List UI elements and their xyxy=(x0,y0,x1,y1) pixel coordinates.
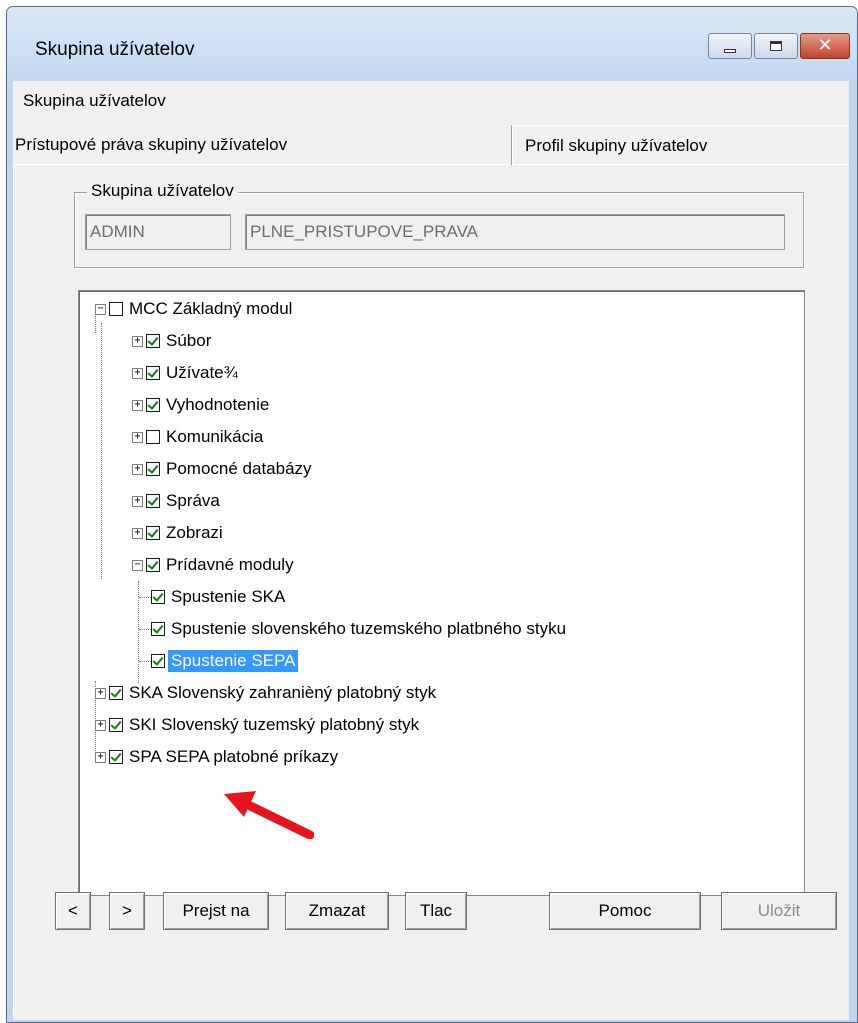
group-name-field: PLNE_PRISTUPOVE_PRAVA xyxy=(245,214,785,250)
prev-button[interactable]: < xyxy=(55,892,91,930)
checkbox-checked[interactable] xyxy=(151,590,165,604)
tree-node-sprava[interactable]: + Správa xyxy=(132,485,220,517)
checkbox-checked[interactable] xyxy=(146,462,160,476)
tab-access-rights[interactable]: Prístupové práva skupiny užívatelov xyxy=(13,125,503,167)
tree-node-spustenie-ska[interactable]: Spustenie SKA xyxy=(139,581,285,613)
close-button[interactable]: ✕ xyxy=(800,33,850,59)
permissions-tree[interactable]: − MCC Základný modul + Súbor + Užívate¾ … xyxy=(78,290,805,896)
save-button: Uložit xyxy=(721,892,837,930)
tree-node-ski[interactable]: + SKI Slovenský tuzemský platobný styk xyxy=(95,709,419,741)
tree-node-pridavne-moduly[interactable]: − Prídavné moduly xyxy=(132,549,294,581)
tree-connector xyxy=(139,628,151,630)
tree-node-label: Zobrazi xyxy=(166,523,223,542)
tree-node-label: SKA Slovenský zahranièný platobný styk xyxy=(129,683,437,702)
checkbox-checked[interactable] xyxy=(146,366,160,380)
expand-icon[interactable]: + xyxy=(95,751,106,763)
expand-icon[interactable]: + xyxy=(132,527,143,539)
group-code-field: ADMIN xyxy=(85,214,231,250)
tree-node-label: Komunikácia xyxy=(166,427,264,446)
tree-node-label: Správa xyxy=(166,491,220,510)
tree-node-label: Vyhodnotenie xyxy=(166,395,270,414)
annotation-arrow-icon xyxy=(224,791,314,839)
tab-group-profile-label: Profil skupiny užívatelov xyxy=(525,136,708,155)
print-button[interactable]: Tlac xyxy=(405,892,467,930)
tree-node-spustenie-tuzemsky[interactable]: Spustenie slovenského tuzemského platbné… xyxy=(139,613,566,645)
tree-node-label: Užívate¾ xyxy=(166,363,238,382)
checkbox-checked[interactable] xyxy=(146,334,160,348)
tree-node-komunikacia[interactable]: + Komunikácia xyxy=(132,421,263,453)
tree-node-label: Súbor xyxy=(166,331,212,350)
expand-icon[interactable]: + xyxy=(132,399,143,411)
groupbox-legend: Skupina užívatelov xyxy=(87,181,238,201)
checkbox-checked[interactable] xyxy=(151,654,165,668)
expand-icon[interactable]: + xyxy=(132,367,143,379)
goto-button[interactable]: Prejst na xyxy=(163,892,269,930)
tree-connector xyxy=(139,596,151,598)
tree-node-label: Prídavné moduly xyxy=(166,555,294,574)
checkbox-root[interactable] xyxy=(109,302,123,316)
expand-icon[interactable]: + xyxy=(95,687,106,699)
tree-node-vyhodnotenie[interactable]: + Vyhodnotenie xyxy=(132,389,269,421)
checkbox-checked[interactable] xyxy=(146,398,160,412)
dialog-window: Skupina užívatelov ✕ Skupina užívatelov … xyxy=(6,6,858,1023)
next-button[interactable]: > xyxy=(109,892,145,930)
help-button[interactable]: Pomoc xyxy=(549,892,701,930)
tree-node-root[interactable]: − MCC Základný modul xyxy=(95,293,292,325)
button-bar: < > Prejst na Zmazat Tlac Pomoc Uložit xyxy=(13,883,849,931)
checkbox-checked[interactable] xyxy=(146,526,160,540)
tree-connector xyxy=(139,660,151,662)
tree-node-spustenie-sepa[interactable]: Spustenie SEPA xyxy=(139,645,299,677)
checkbox-checked[interactable] xyxy=(109,750,123,764)
tree-node-label: MCC Základný modul xyxy=(129,299,293,318)
tree-node-spa[interactable]: + SPA SEPA platobné príkazy xyxy=(95,741,338,773)
tree-node-label: Spustenie SKA xyxy=(171,587,286,606)
tree-node-label: Spustenie slovenského tuzemského platbné… xyxy=(171,619,567,638)
dialog-client-area: Skupina užívatelov Prístupové práva skup… xyxy=(13,81,849,1020)
tree-node-label-selected: Spustenie SEPA xyxy=(168,650,299,672)
tree-node-label: SPA SEPA platobné príkazy xyxy=(129,747,339,766)
minimize-button[interactable] xyxy=(708,33,752,59)
checkbox-unchecked[interactable] xyxy=(146,430,160,444)
expand-icon[interactable]: + xyxy=(132,335,143,347)
collapse-icon[interactable]: − xyxy=(132,559,143,571)
tree-node-label: SKI Slovenský tuzemský platobný styk xyxy=(129,715,420,734)
expand-icon[interactable]: + xyxy=(132,463,143,475)
user-group-groupbox: Skupina užívatelov ADMIN PLNE_PRISTUPOVE… xyxy=(74,181,804,268)
checkbox-checked[interactable] xyxy=(146,558,160,572)
tree-node-ska[interactable]: + SKA Slovenský zahranièný platobný styk xyxy=(95,677,436,709)
tree-node-label: Pomocné databázy xyxy=(166,459,312,478)
tab-user-group[interactable]: Skupina užívatelov xyxy=(23,91,166,111)
tree-node-subor[interactable]: + Súbor xyxy=(132,325,211,357)
maximize-button[interactable] xyxy=(754,33,798,59)
expand-icon[interactable]: + xyxy=(132,495,143,507)
window-title: Skupina užívatelov xyxy=(35,39,195,60)
checkbox-checked[interactable] xyxy=(146,494,160,508)
tab-access-rights-label: Prístupové práva skupiny užívatelov xyxy=(15,135,288,154)
minimize-icon xyxy=(724,49,736,53)
tab-strip: Prístupové práva skupiny užívatelov Prof… xyxy=(13,125,849,165)
tree-node-zobrazi[interactable]: + Zobrazi xyxy=(132,517,223,549)
checkbox-checked[interactable] xyxy=(151,622,165,636)
window-controls: ✕ xyxy=(706,33,850,59)
checkbox-checked[interactable] xyxy=(109,686,123,700)
title-bar[interactable]: Skupina užívatelov ✕ xyxy=(7,7,857,81)
expand-icon[interactable]: + xyxy=(132,431,143,443)
tab-group-profile[interactable]: Profil skupiny užívatelov xyxy=(512,125,849,165)
delete-button[interactable]: Zmazat xyxy=(285,892,389,930)
collapse-icon[interactable]: − xyxy=(95,303,106,315)
expand-icon[interactable]: + xyxy=(95,719,106,731)
tree-node-uzivatel[interactable]: + Užívate¾ xyxy=(132,357,238,389)
maximize-icon xyxy=(770,41,782,51)
tree-node-pomocne-databazy[interactable]: + Pomocné databázy xyxy=(132,453,312,485)
tree-guide-line xyxy=(101,323,102,579)
checkbox-checked[interactable] xyxy=(109,718,123,732)
close-icon: ✕ xyxy=(817,35,833,56)
